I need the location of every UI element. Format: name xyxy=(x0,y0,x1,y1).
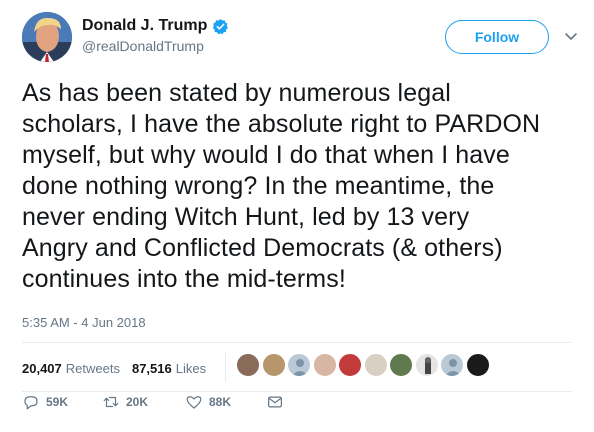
tweet-stats: 20,407 Retweets 87,516 Likes xyxy=(22,356,218,380)
divider xyxy=(22,342,572,343)
likes-stat[interactable]: 87,516 Likes xyxy=(132,361,206,376)
liker-avatar[interactable] xyxy=(363,353,388,377)
liker-avatar[interactable] xyxy=(389,353,413,377)
tweet-header: Donald J. Trump @realDonaldTrump Follow xyxy=(22,12,582,64)
liker-avatar[interactable] xyxy=(236,353,260,377)
user-handle[interactable]: @realDonaldTrump xyxy=(82,38,229,54)
tweet-text: As has been stated by numerous legal sch… xyxy=(22,79,541,293)
retweet-button[interactable]: 20K xyxy=(102,393,148,411)
likes-label: Likes xyxy=(175,360,207,376)
direct-message-button[interactable] xyxy=(266,393,284,411)
reply-count: 59K xyxy=(46,395,69,409)
reply-button[interactable]: 59K xyxy=(22,393,68,411)
liker-avatar[interactable] xyxy=(261,353,286,377)
retweets-label: Retweets xyxy=(65,360,120,376)
envelope-icon xyxy=(268,396,282,408)
like-button[interactable]: 88K xyxy=(185,393,231,411)
retweet-icon xyxy=(103,396,119,408)
liker-avatar[interactable] xyxy=(465,353,490,377)
heart-icon xyxy=(186,396,202,409)
likes-count: 87,516 xyxy=(131,360,172,376)
user-names: Donald J. Trump @realDonaldTrump xyxy=(82,17,229,54)
tweet-timestamp[interactable]: 5:35 AM - 4 Jun 2018 xyxy=(22,315,146,330)
follow-button[interactable]: Follow xyxy=(445,20,549,54)
reply-icon xyxy=(24,396,38,410)
liker-avatar[interactable] xyxy=(440,353,464,377)
retweets-count: 20,407 xyxy=(22,360,62,376)
divider xyxy=(22,391,572,392)
liker-avatar[interactable] xyxy=(338,353,362,377)
stats-separator xyxy=(225,352,226,382)
retweet-count: 20K xyxy=(126,395,149,409)
liker-avatar[interactable] xyxy=(287,353,311,377)
liker-avatars xyxy=(236,353,491,377)
retweets-stat[interactable]: 20,407 Retweets xyxy=(22,361,120,376)
display-name[interactable]: Donald J. Trump xyxy=(82,17,229,35)
display-name-text[interactable]: Donald J. Trump xyxy=(82,17,207,35)
liker-avatar[interactable] xyxy=(414,353,439,377)
avatar[interactable] xyxy=(22,12,72,62)
chevron-down-icon[interactable] xyxy=(564,29,578,43)
liker-avatar[interactable] xyxy=(312,353,337,377)
like-count: 88K xyxy=(209,395,232,409)
verified-badge-icon xyxy=(212,18,229,35)
